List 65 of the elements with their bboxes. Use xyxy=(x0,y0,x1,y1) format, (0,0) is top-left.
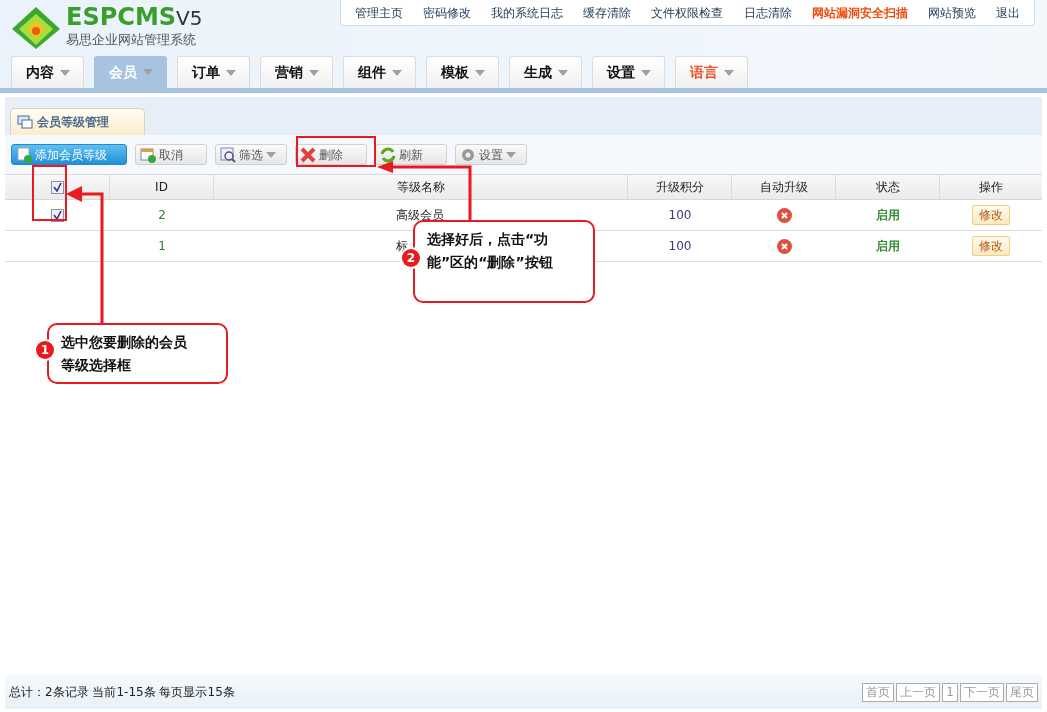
caret-icon xyxy=(723,69,734,76)
edit-button[interactable]: 修改 xyxy=(972,205,1010,225)
edit-button[interactable]: 修改 xyxy=(972,236,1010,256)
column-header: 状态 xyxy=(875,179,900,196)
panel-tab[interactable]: 会员等级管理 xyxy=(10,108,145,135)
caret-icon xyxy=(640,69,651,76)
top-link[interactable]: 网站预览 xyxy=(927,3,976,22)
top-link[interactable]: 退出 xyxy=(995,3,1020,22)
top-link[interactable]: 我的系统日志 xyxy=(491,3,564,22)
caret-icon xyxy=(308,69,319,76)
toolbar-button[interactable]: 筛选 xyxy=(215,144,287,165)
checkbox[interactable] xyxy=(50,180,64,194)
record-summary: 总计：2条记录 当前1-15条 每页显示15条 xyxy=(9,684,235,701)
settings-icon xyxy=(460,146,476,163)
caret-icon xyxy=(142,69,153,75)
top-link[interactable]: 密码修改 xyxy=(423,3,472,22)
top-link[interactable]: 日志清除 xyxy=(743,3,792,22)
number-badge: 1 xyxy=(36,341,54,359)
caret-icon xyxy=(557,69,568,76)
toolbar-button[interactable]: 删除 xyxy=(295,144,367,165)
window-icon xyxy=(17,115,33,129)
top-link[interactable]: 网站漏洞安全扫描 xyxy=(811,3,908,22)
logo-brand: ESPCMS xyxy=(66,4,177,30)
nav-tab[interactable]: 内容 xyxy=(11,56,84,88)
column-header: ID xyxy=(155,179,168,196)
caret-icon xyxy=(391,69,402,76)
status-text: 启用 xyxy=(876,238,900,255)
table-cell-text: 高级会员 xyxy=(396,207,444,224)
logo-icon xyxy=(10,4,62,49)
column-header: 升级积分 xyxy=(655,179,704,196)
table-cell-text: 2 xyxy=(158,207,166,224)
calendar-add-icon xyxy=(140,146,156,163)
caret-icon xyxy=(506,151,516,158)
top-link[interactable]: 文件权限检查 xyxy=(651,3,724,22)
top-link[interactable]: 缓存清除 xyxy=(583,3,632,22)
status-text: 启用 xyxy=(876,207,900,224)
logo-version: V5 xyxy=(176,6,203,30)
callout-text: 选中您要删除的会员等级选择框 xyxy=(61,333,188,375)
column-header: 操作 xyxy=(979,179,1003,196)
caret-icon xyxy=(59,69,70,76)
nav-tab[interactable]: 设置 xyxy=(592,56,665,88)
table-cell-text: 1 xyxy=(158,238,166,255)
nav-tab[interactable]: 模板 xyxy=(426,56,499,88)
nav-tab[interactable]: 订单 xyxy=(177,56,250,88)
number-badge: 2 xyxy=(402,249,420,267)
nav-tab[interactable]: 营销 xyxy=(260,56,333,88)
logo-subtitle: 易思企业网站管理系统 xyxy=(66,31,197,49)
magnifier-icon xyxy=(220,146,236,163)
close-icon xyxy=(300,146,316,163)
toolbar-button[interactable]: 设置 xyxy=(455,144,527,165)
column-header: 自动升级 xyxy=(759,179,808,196)
toolbar-button[interactable]: 刷新 xyxy=(375,144,447,165)
column-header: 等级名称 xyxy=(396,179,445,196)
caret-icon xyxy=(266,151,276,158)
nav-tab[interactable]: 组件 xyxy=(343,56,416,88)
table-cell-text: 100 xyxy=(668,238,692,255)
callout-text: 选择好后，点击“功能”区的“删除”按钮 xyxy=(427,230,554,272)
caret-icon xyxy=(225,69,236,76)
refresh-icon xyxy=(380,146,396,163)
toolbar-button[interactable]: 取消 xyxy=(135,144,207,165)
caret-icon xyxy=(474,69,485,76)
highlight-frame xyxy=(32,165,67,221)
nav-tab[interactable]: 生成 xyxy=(509,56,582,88)
table-cell-text: 100 xyxy=(668,207,692,224)
top-link[interactable]: 管理主页 xyxy=(355,3,404,22)
